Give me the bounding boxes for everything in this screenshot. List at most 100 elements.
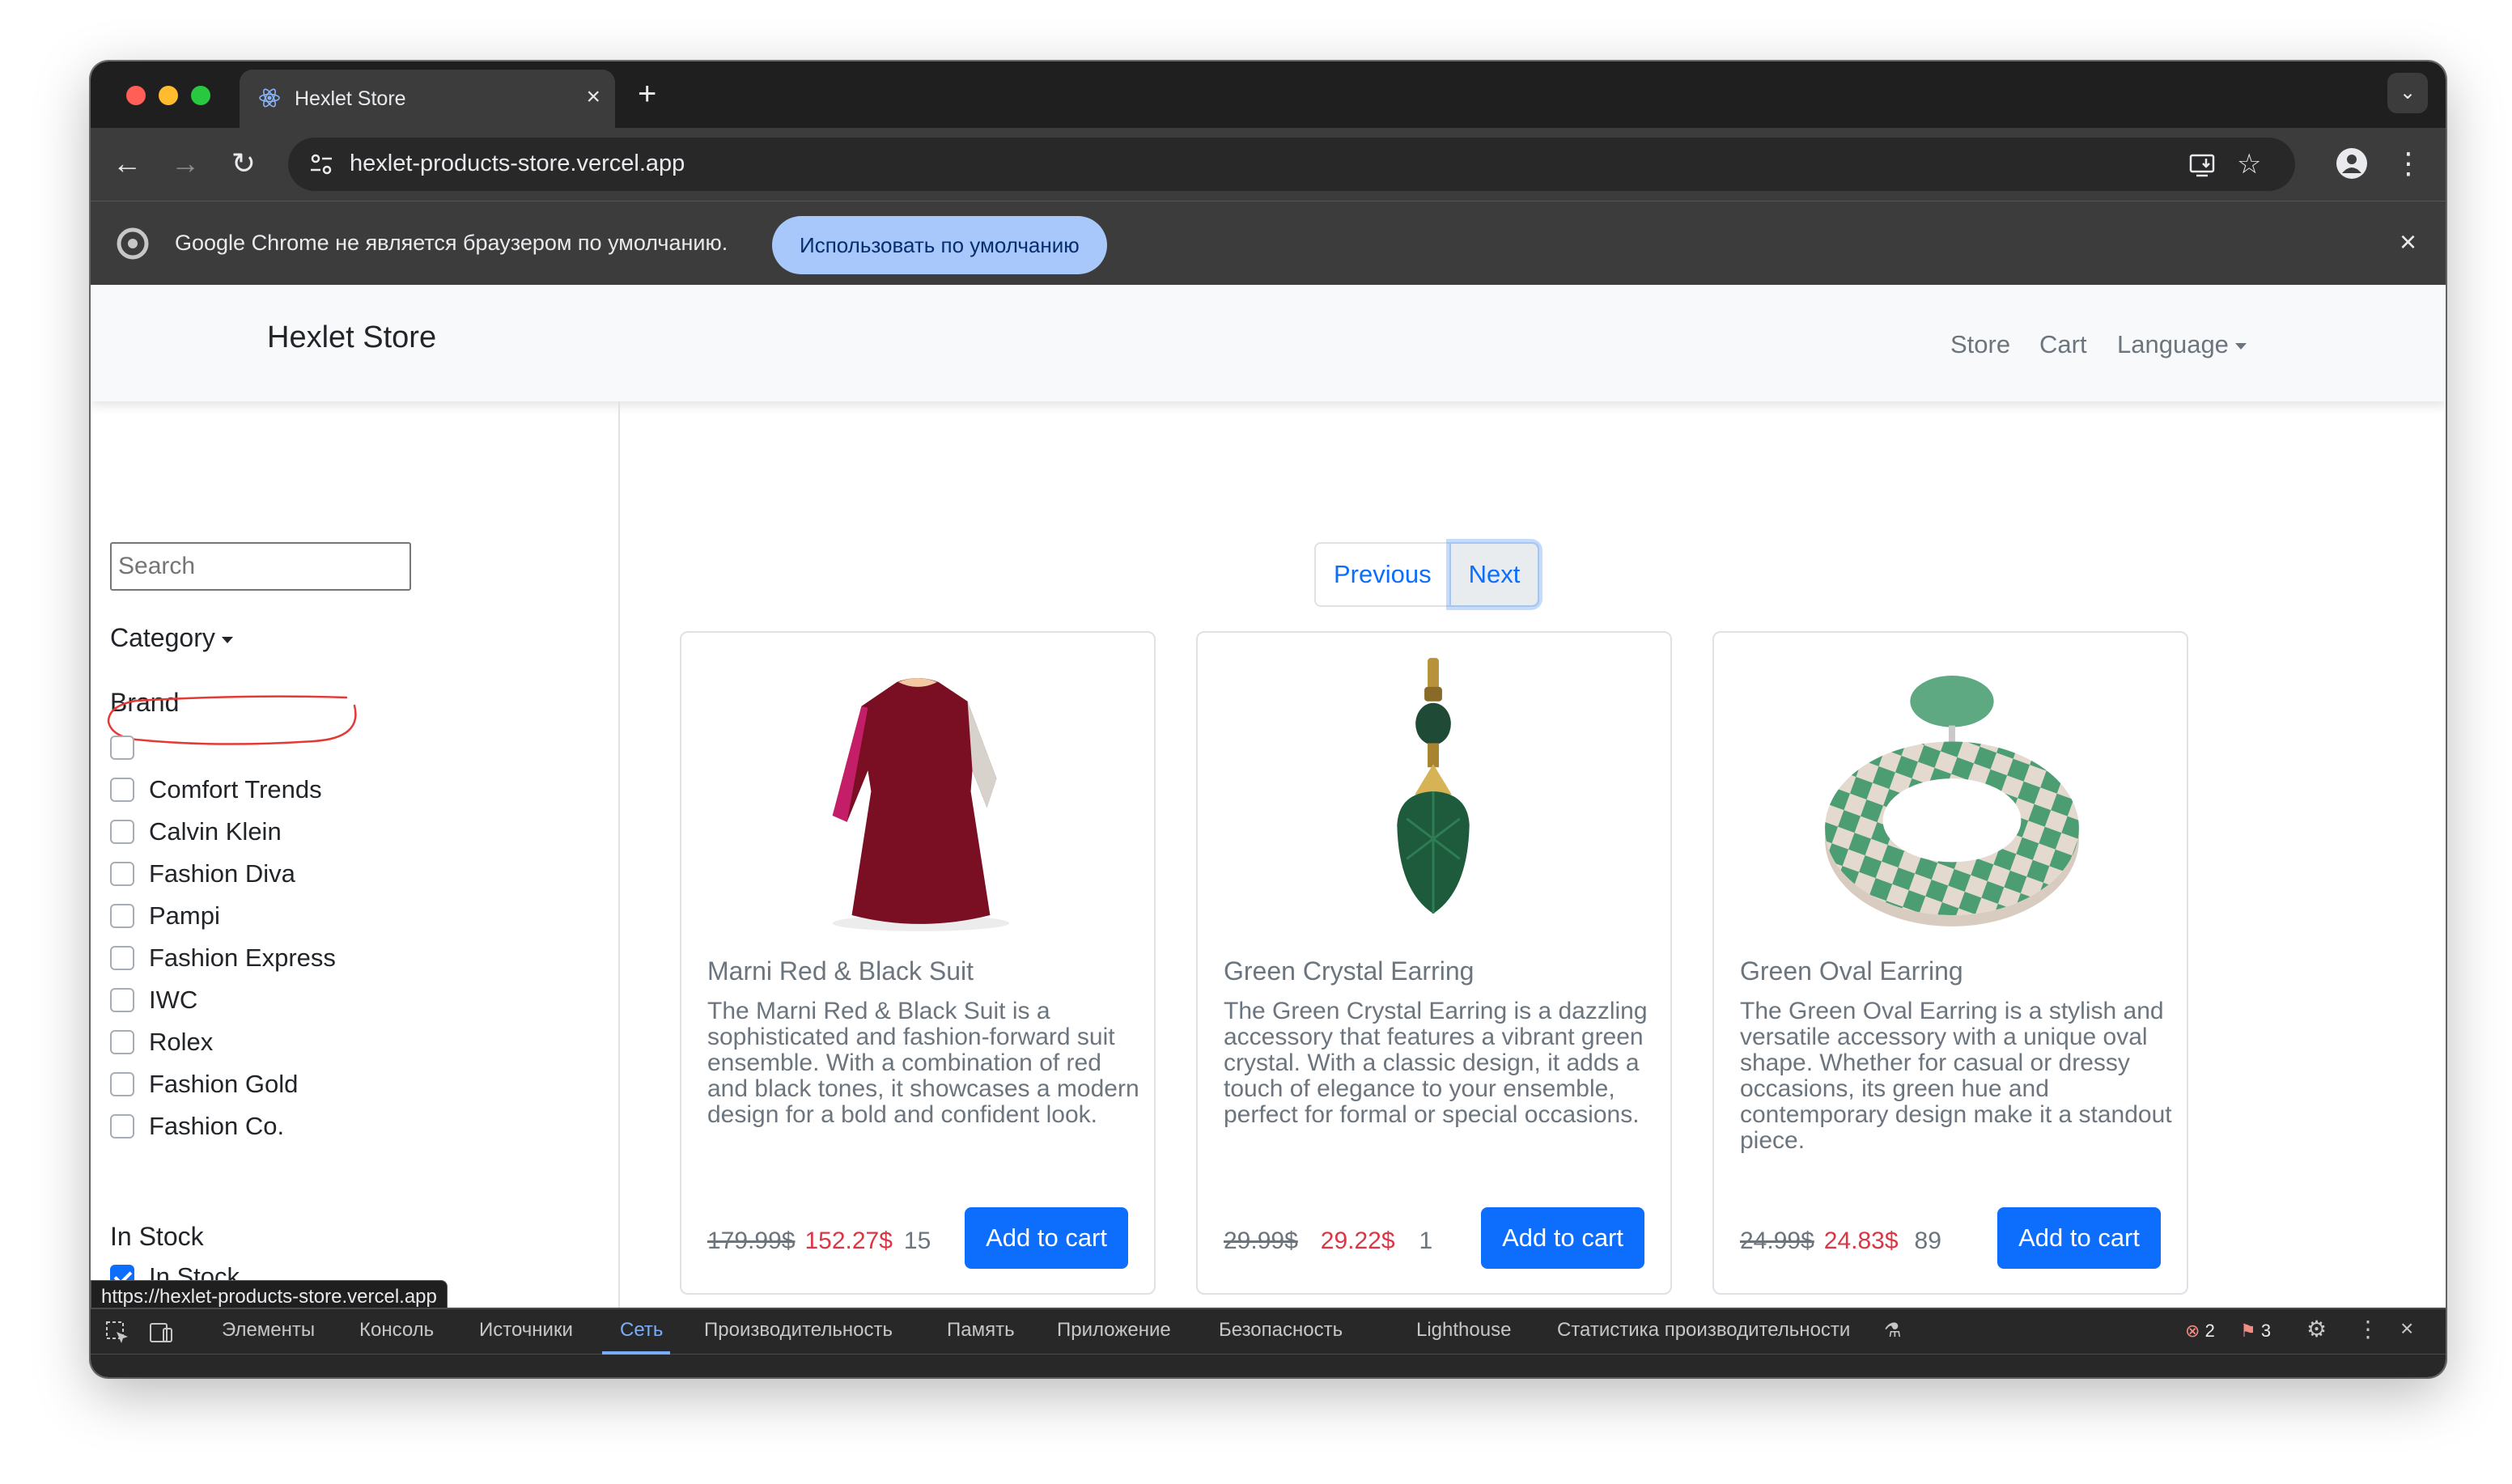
product-description: The Green Crystal Earring is a dazzling … [1224, 998, 1648, 1128]
brand-checkbox[interactable] [110, 1072, 134, 1096]
store-brand-link[interactable]: Hexlet Store [267, 320, 436, 355]
warning-count-badge[interactable]: ⚑ 3 [2240, 1321, 2271, 1342]
devtools-tab-security[interactable]: Безопасность [1219, 1319, 1343, 1342]
brand-checkbox[interactable] [110, 946, 134, 970]
devtools-tab-performance[interactable]: Производительность [704, 1319, 893, 1342]
brand-option[interactable] [110, 731, 149, 764]
product-title[interactable]: Marni Red & Black Suit [707, 956, 974, 986]
brand-option[interactable]: IWC [110, 984, 197, 1016]
add-to-cart-button[interactable]: Add to cart [965, 1207, 1128, 1269]
brand-option[interactable]: Pampi [110, 900, 220, 932]
react-icon [259, 88, 280, 108]
brand-option-label: Fashion Gold [149, 1070, 299, 1098]
address-bar[interactable]: hexlet-products-store.vercel.app ☆ [288, 138, 2295, 191]
old-price: 29.99$ [1224, 1227, 1298, 1254]
devtools-tab-application[interactable]: Приложение [1057, 1319, 1171, 1342]
error-count: 2 [2204, 1321, 2215, 1341]
brand-checkbox[interactable] [110, 736, 134, 760]
brand-checkbox[interactable] [110, 988, 134, 1012]
brand-option-label: IWC [149, 986, 198, 1014]
product-title[interactable]: Green Crystal Earring [1224, 956, 1474, 986]
profile-avatar-icon[interactable] [2336, 147, 2368, 180]
brand-option-label: Calvin Klein [149, 817, 282, 846]
set-default-button[interactable]: Использовать по умолчанию [772, 216, 1107, 274]
brand-option[interactable]: Fashion Gold [110, 1068, 298, 1100]
brand-checkbox[interactable] [110, 862, 134, 886]
nav-link-cart[interactable]: Cart [2039, 330, 2087, 359]
brand-checkbox[interactable] [110, 1114, 134, 1138]
sale-price: 29.22$ [1320, 1227, 1395, 1254]
device-toolbar-icon[interactable] [147, 1319, 175, 1346]
add-to-cart-button[interactable]: Add to cart [1997, 1207, 2161, 1269]
inspect-element-icon[interactable] [104, 1319, 131, 1346]
search-input[interactable] [110, 542, 411, 591]
caret-down-icon [221, 636, 233, 643]
brand-option[interactable]: Fashion Co. [110, 1110, 284, 1143]
browser-tab[interactable]: Hexlet Store × [240, 70, 615, 128]
old-price: 179.99$ [707, 1227, 796, 1254]
tab-search-button[interactable]: ⌄ [2387, 73, 2428, 113]
category-dropdown[interactable]: Category [110, 623, 233, 653]
devtools-close-icon[interactable]: × [2400, 1316, 2413, 1342]
tab-title: Hexlet Store [295, 87, 406, 110]
brand-option[interactable]: Rolex [110, 1026, 213, 1058]
brand-option[interactable]: Calvin Klein [110, 816, 282, 848]
tab-close-icon[interactable]: × [586, 83, 600, 112]
sale-price: 152.27$ [804, 1227, 893, 1254]
stock-count: 15 [903, 1227, 931, 1254]
caret-down-icon [2234, 342, 2247, 350]
stock-count: 1 [1419, 1227, 1433, 1254]
devtools-tab-memory[interactable]: Память [947, 1319, 1015, 1342]
brand-option-label: Fashion Co. [149, 1112, 285, 1140]
brand-option-label: Fashion Express [149, 943, 336, 972]
error-count-badge[interactable]: ⊗ 2 [2185, 1321, 2215, 1342]
brand-checkbox[interactable] [110, 904, 134, 928]
brand-option[interactable]: Comfort Trends [110, 774, 322, 806]
devtools-tab-sources[interactable]: Источники [479, 1319, 573, 1342]
new-tab-icon[interactable]: + [638, 76, 656, 112]
devtools-menu-icon[interactable]: ⋮ [2357, 1316, 2379, 1342]
site-settings-icon[interactable] [306, 149, 337, 180]
product-title[interactable]: Green Oval Earring [1740, 956, 1963, 986]
page-viewport: Hexlet Store Store Cart Language Categor… [91, 285, 2446, 1308]
add-to-cart-button[interactable]: Add to cart [1481, 1207, 1644, 1269]
devtools-settings-icon[interactable]: ⚙ [2306, 1316, 2327, 1342]
previous-page-button[interactable]: Previous [1316, 544, 1451, 605]
price-row: 29.99$ 29.22$ 1 [1224, 1211, 1432, 1272]
close-window-button[interactable] [126, 86, 146, 105]
flask-icon: ⚗ [1884, 1320, 1902, 1342]
devtools-tab-console[interactable]: Консоль [359, 1319, 434, 1342]
price-row: 179.99$ 152.27$ 15 [707, 1211, 931, 1272]
browser-menu-icon[interactable]: ⋮ [2394, 144, 2423, 183]
devtools-tab-lighthouse[interactable]: Lighthouse [1416, 1319, 1511, 1342]
url-text[interactable]: hexlet-products-store.vercel.app [350, 151, 685, 177]
error-icon: ⊗ [2185, 1321, 2200, 1341]
devtools-tab-network[interactable]: Сеть [620, 1319, 663, 1342]
reload-icon[interactable]: ↻ [223, 144, 264, 183]
brand-checkbox[interactable] [110, 778, 134, 802]
brand-checkbox[interactable] [110, 1030, 134, 1054]
brand-option[interactable]: Fashion Express [110, 942, 336, 974]
maximize-window-button[interactable] [191, 86, 210, 105]
tab-strip: Hexlet Store × + ⌄ [91, 61, 2446, 128]
product-image-oval-earring [1825, 676, 2079, 926]
install-app-icon[interactable] [2187, 149, 2219, 181]
forward-arrow-icon[interactable]: → [165, 144, 206, 183]
bookmark-star-icon[interactable]: ☆ [2237, 149, 2269, 181]
minimize-window-button[interactable] [159, 86, 178, 105]
devtools-tab-performance-insights[interactable]: Статистика производительности [1557, 1319, 1850, 1342]
product-description: The Green Oval Earring is a stylish and … [1740, 998, 2172, 1154]
product-description: The Marni Red & Black Suit is a sophisti… [707, 998, 1139, 1128]
infobar-close-icon[interactable]: × [2400, 224, 2417, 260]
brand-filter-heading: Brand [110, 688, 180, 717]
store-navbar: Hexlet Store Store Cart Language [91, 285, 2446, 401]
devtools-tab-elements[interactable]: Элементы [222, 1319, 315, 1342]
brand-checkbox[interactable] [110, 820, 134, 844]
back-arrow-icon[interactable]: ← [107, 144, 147, 183]
language-dropdown[interactable]: Language [2117, 330, 2247, 359]
stock-filter-heading: In Stock [110, 1222, 204, 1251]
brand-option[interactable]: Fashion Diva [110, 858, 295, 890]
active-tab-indicator [602, 1351, 670, 1355]
nav-link-store[interactable]: Store [1950, 330, 2010, 359]
next-page-button[interactable]: Next [1450, 544, 1538, 605]
